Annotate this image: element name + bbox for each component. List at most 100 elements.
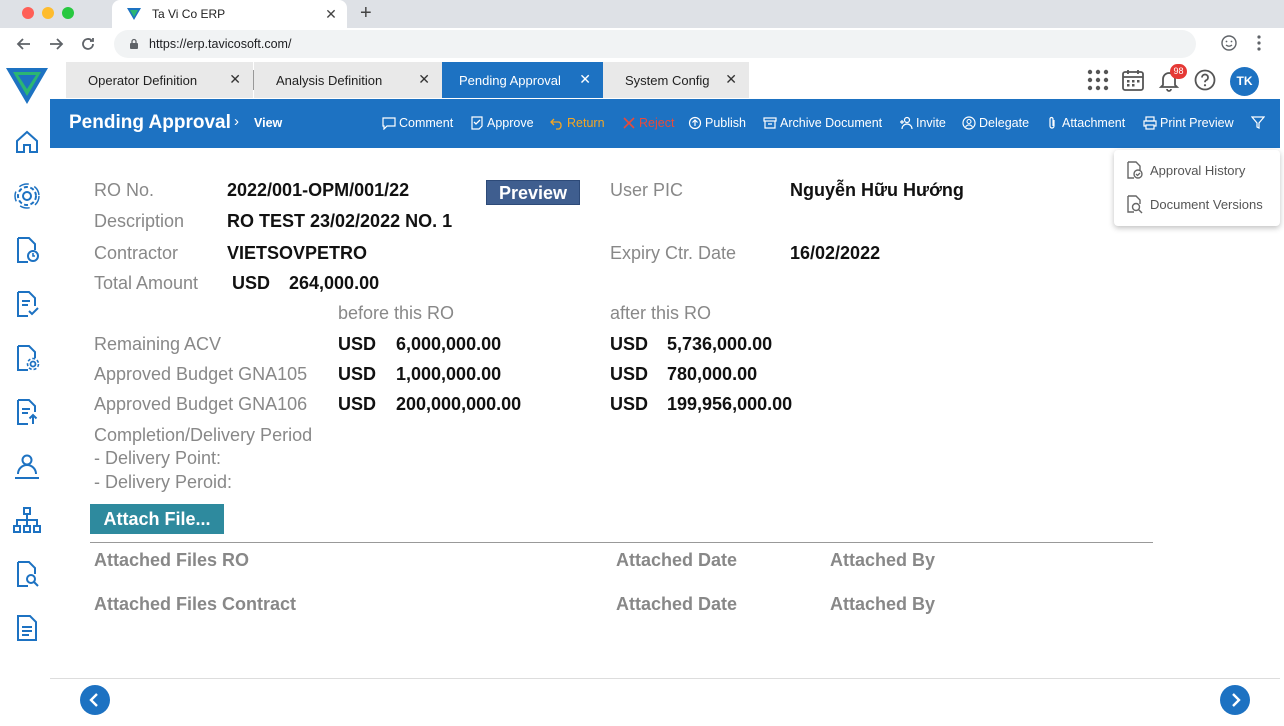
user-avatar[interactable]: TK [1230,67,1259,96]
browser-tab[interactable]: Ta Vi Co ERP ✕ [112,0,347,28]
archive-document-button[interactable]: Archive Document [763,116,882,130]
help-icon[interactable] [1193,68,1217,92]
next-record-button[interactable] [1220,685,1250,715]
reject-label: Reject [639,116,675,130]
contractor-label: Contractor [94,243,179,263]
comment-icon [382,117,396,130]
ro-no-label: RO No. [94,180,155,200]
document-versions-icon [1127,195,1143,214]
org-chart-icon[interactable] [13,506,41,534]
tab-operator-definition[interactable]: Operator Definition ✕ [66,62,253,98]
window-maximize-button[interactable] [62,7,74,19]
before-ro-header: before this RO [338,303,455,323]
reload-icon[interactable] [78,34,98,54]
tab-label: Analysis Definition [276,72,383,88]
browser-tab-strip: Ta Vi Co ERP ✕ + [0,0,1284,28]
paperclip-icon [1049,116,1055,129]
budget-gna106-label: Approved Budget GNA106 [94,394,308,414]
approval-history-icon [1127,161,1143,179]
approve-label: Approve [487,116,534,130]
archive-document-label: Archive Document [780,116,883,130]
app-grid-icon[interactable] [1086,68,1110,92]
approve-button[interactable]: Approve [470,116,534,130]
document-upload-icon[interactable] [13,398,41,426]
tab-close-icon[interactable]: ✕ [579,71,591,88]
invite-icon [900,116,913,130]
tab-analysis-definition[interactable]: Analysis Definition ✕ [254,62,442,98]
budget-gna105-label: Approved Budget GNA105 [94,364,308,384]
user-pic-label: User PIC [610,180,684,200]
document-icon[interactable] [13,614,41,642]
currency: USD [338,334,377,354]
comment-button[interactable]: Comment [382,116,453,130]
remaining-acv-before: 6,000,000.00 [396,334,502,354]
expiry-date-label: Expiry Ctr. Date [610,243,737,263]
forward-arrow-icon[interactable] [46,34,66,54]
tab-system-config[interactable]: System Config ✕ [603,62,749,98]
archive-icon [763,117,777,129]
document-gear-icon[interactable] [13,344,41,372]
window-minimize-button[interactable] [42,7,54,19]
home-icon[interactable] [13,128,41,156]
currency: USD [610,334,649,354]
publish-button[interactable]: Publish [688,116,746,130]
calendar-icon[interactable] [1121,68,1145,92]
print-preview-label: Print Preview [1160,116,1234,130]
document-versions-menu-item[interactable]: Document Versions [1124,194,1263,214]
print-icon [1143,116,1157,130]
browser-tab-close-icon[interactable]: ✕ [321,6,341,23]
chevron-left-icon [89,693,98,707]
document-search-icon[interactable] [13,560,41,588]
tab-label: Pending Approval [459,72,561,88]
document-versions-label: Document Versions [1150,196,1263,212]
browser-menu-icon[interactable] [1256,34,1262,52]
attachment-button[interactable]: Attachment [1045,116,1125,130]
users-icon[interactable] [13,452,41,480]
attach-file-button[interactable]: Attach File... [90,504,224,534]
page-title: Pending Approval [69,112,231,133]
attached-files-contract-label: Attached Files Contract [94,594,297,614]
invite-button[interactable]: Invite [899,116,946,130]
total-currency: USD [232,273,271,293]
document-clock-icon[interactable] [13,236,41,264]
new-tab-button[interactable]: + [360,2,372,25]
after-ro-header: after this RO [610,303,712,323]
description-value: RO TEST 23/02/2022 NO. 1 [227,211,453,231]
left-sidebar [0,108,50,660]
remaining-acv-after: 5,736,000.00 [667,334,773,354]
preview-button[interactable]: Preview [486,180,580,205]
window-close-button[interactable] [22,7,34,19]
breadcrumb-current: View [254,116,283,130]
browser-toolbar: https://erp.tavicosoft.com/ [0,28,1284,60]
approval-history-menu-item[interactable]: Approval History [1124,160,1245,180]
currency: USD [610,394,649,414]
tab-label: Operator Definition [88,72,198,88]
currency: USD [338,394,377,414]
tab-close-icon[interactable]: ✕ [229,71,241,88]
reject-icon [623,117,635,129]
footer-bar [50,678,1280,722]
tab-close-icon[interactable]: ✕ [725,71,737,88]
tab-close-icon[interactable]: ✕ [418,71,430,88]
previous-record-button[interactable] [80,685,110,715]
budget-gna105-before: 1,000,000.00 [396,364,502,384]
comment-label: Comment [399,116,454,130]
filter-icon[interactable] [1251,115,1265,129]
approval-history-label: Approval History [1150,162,1246,178]
settings-cog-icon[interactable] [13,182,41,210]
delegate-button[interactable]: Delegate [962,116,1029,130]
return-button[interactable]: Return [550,116,605,130]
print-preview-button[interactable]: Print Preview [1143,116,1234,130]
expiry-date-value: 16/02/2022 [790,243,881,263]
tab-pending-approval[interactable]: Pending Approval ✕ [442,62,603,98]
document-check-icon[interactable] [13,290,41,318]
action-bar: Pending Approval › View Comment Approve … [50,99,1280,148]
currency: USD [338,364,377,384]
address-bar[interactable]: https://erp.tavicosoft.com/ [114,30,1196,58]
reject-button[interactable]: Reject [622,116,674,130]
attached-date-header: Attached Date [616,550,738,570]
back-arrow-icon[interactable] [14,34,34,54]
total-amount-label: Total Amount [94,273,199,293]
tavico-logo[interactable] [4,62,50,108]
smiley-icon[interactable] [1220,34,1238,52]
